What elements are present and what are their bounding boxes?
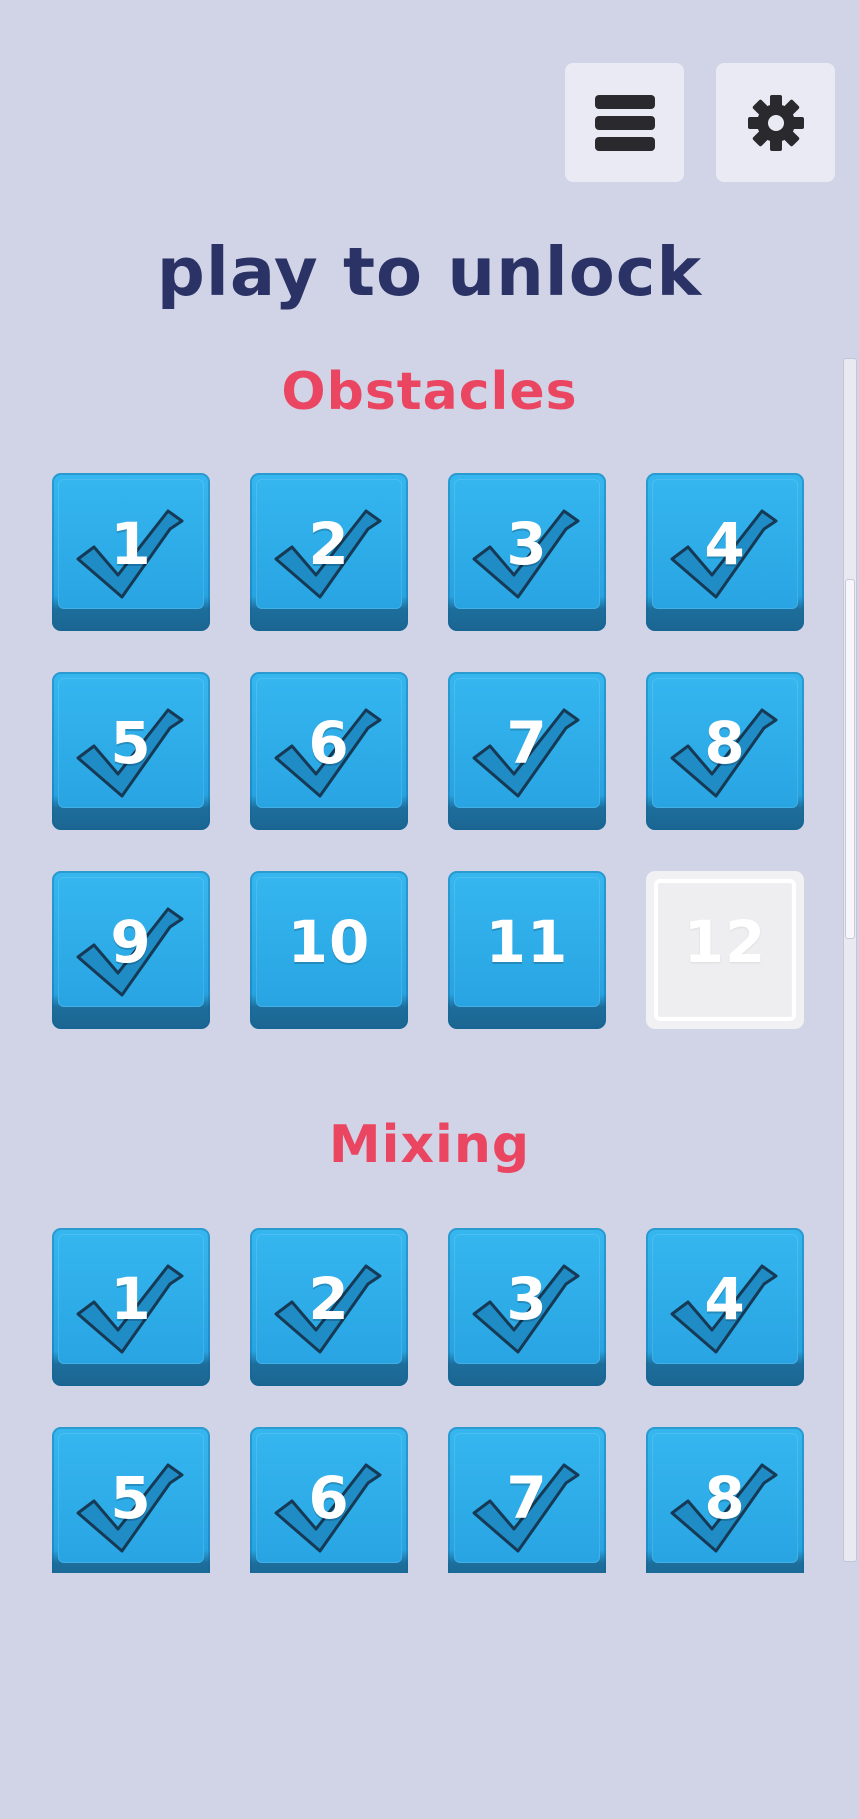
level-number: 8 xyxy=(704,1464,746,1532)
level-number: 8 xyxy=(704,709,746,777)
level-tile[interactable]: 3 xyxy=(448,1228,606,1386)
level-number: 12 xyxy=(683,908,767,976)
level-tile[interactable]: 1 xyxy=(52,1228,210,1386)
level-tile[interactable]: 8 xyxy=(646,672,804,830)
level-tile[interactable]: 1 xyxy=(52,473,210,631)
level-tile[interactable]: 7 xyxy=(448,1427,606,1573)
level-tile[interactable]: 8 xyxy=(646,1427,804,1573)
level-number: 4 xyxy=(704,1265,746,1333)
gear-icon xyxy=(747,94,804,151)
obstacles-level-grid: 1 2 3 4 5 6 7 8 9 10 11 12 xyxy=(52,473,804,1029)
hamburger-menu-icon xyxy=(594,94,655,151)
level-tile[interactable]: 11 xyxy=(448,871,606,1029)
section-title-obstacles: Obstacles xyxy=(281,362,578,422)
level-tile[interactable]: 4 xyxy=(646,473,804,631)
level-tile[interactable]: 2 xyxy=(250,1228,408,1386)
level-tile[interactable]: 10 xyxy=(250,871,408,1029)
level-number: 6 xyxy=(308,709,350,777)
menu-button[interactable] xyxy=(565,63,684,182)
level-tile[interactable]: 6 xyxy=(250,1427,408,1573)
settings-button[interactable] xyxy=(716,63,835,182)
level-number: 1 xyxy=(110,1265,152,1333)
section-title-mixing: Mixing xyxy=(328,1115,531,1175)
level-tile[interactable]: 6 xyxy=(250,672,408,830)
level-tile[interactable]: 5 xyxy=(52,1427,210,1573)
level-tile[interactable]: 7 xyxy=(448,672,606,830)
level-number: 2 xyxy=(308,510,350,578)
level-number: 10 xyxy=(287,908,371,976)
level-tile[interactable]: 4 xyxy=(646,1228,804,1386)
level-tile[interactable]: 5 xyxy=(52,672,210,830)
scrollbar-thumb[interactable] xyxy=(845,579,855,939)
level-number: 1 xyxy=(110,510,152,578)
level-number: 3 xyxy=(506,1265,548,1333)
level-number: 3 xyxy=(506,510,548,578)
level-number: 5 xyxy=(110,709,152,777)
page-title: play to unlock xyxy=(156,233,703,311)
level-scroll-area[interactable]: 1 2 3 4 5 6 7 8 9 10 11 12 Mixing 12345678 xyxy=(0,445,859,1573)
level-tile[interactable]: 2 xyxy=(250,473,408,631)
level-tile: 12 xyxy=(646,871,804,1029)
level-number: 9 xyxy=(110,908,152,976)
mixing-level-grid: 1 2 3 4 5 6 7 8 xyxy=(52,1228,804,1573)
level-number: 6 xyxy=(308,1464,350,1532)
level-number: 11 xyxy=(485,908,569,976)
level-number: 2 xyxy=(308,1265,350,1333)
level-tile[interactable]: 9 xyxy=(52,871,210,1029)
level-number: 5 xyxy=(110,1464,152,1532)
level-number: 7 xyxy=(506,709,548,777)
scrollbar[interactable] xyxy=(843,358,857,1562)
level-tile[interactable]: 3 xyxy=(448,473,606,631)
level-number: 4 xyxy=(704,510,746,578)
level-number: 7 xyxy=(506,1464,548,1532)
